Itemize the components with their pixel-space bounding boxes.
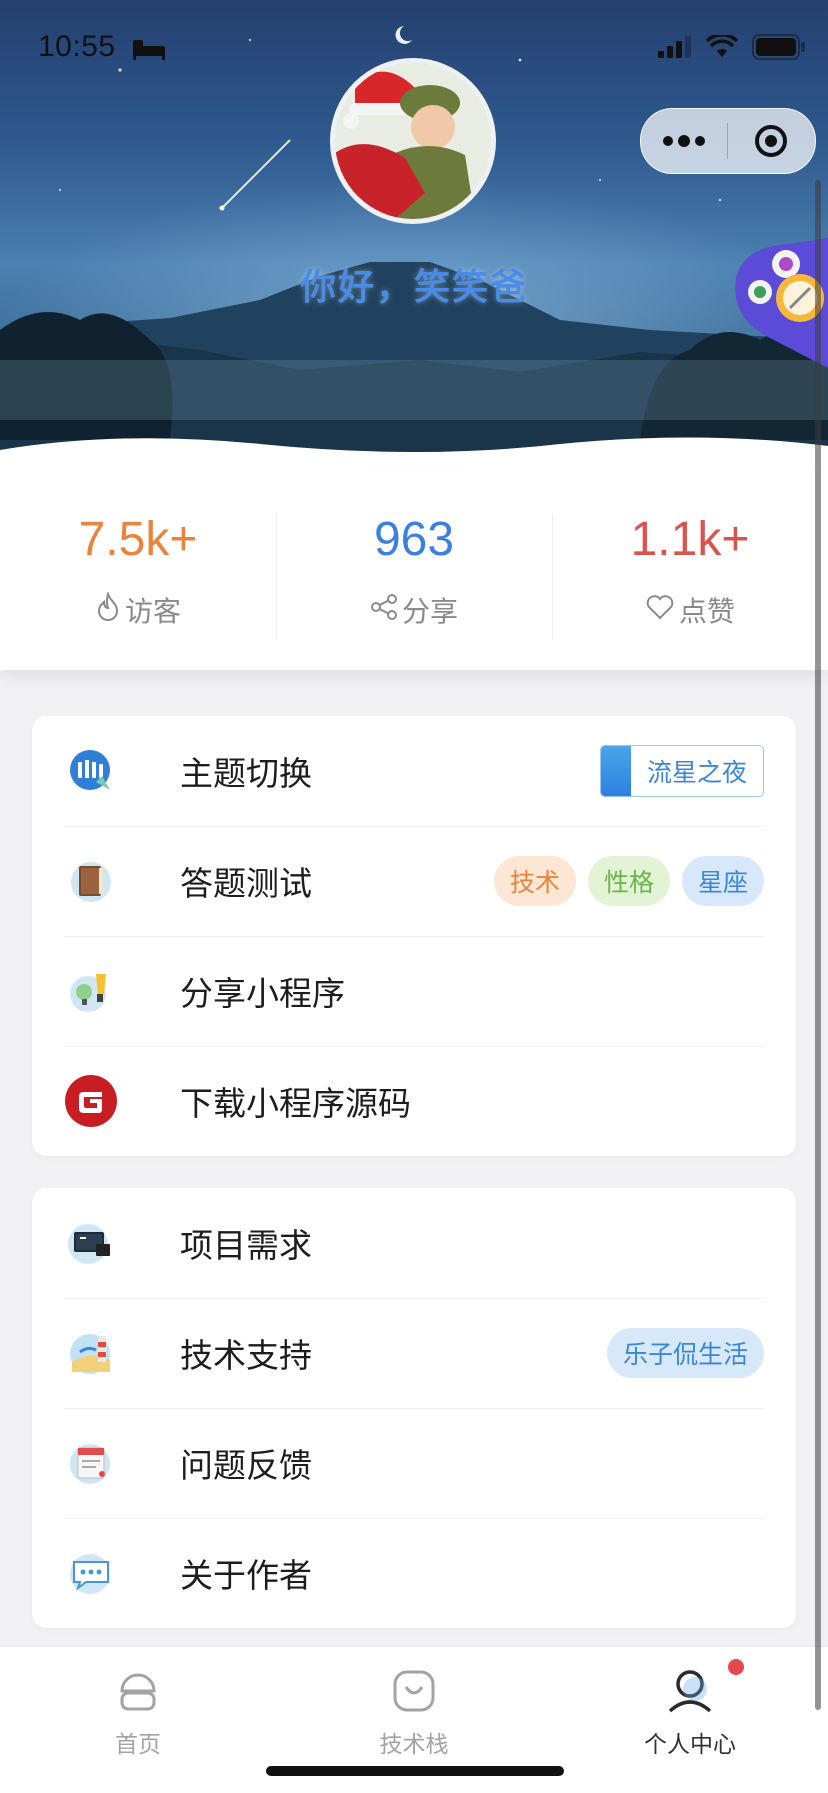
home-icon [114, 1667, 162, 1719]
tab-tech-stack-label: 技术栈 [379, 1732, 449, 1758]
menu-item-tech-support[interactable]: 技术支持 乐子侃生活 [32, 1298, 796, 1408]
menu-item-label: 项目需求 [180, 1226, 312, 1265]
scrollbar[interactable] [815, 180, 821, 1710]
tag-zodiac[interactable]: 星座 [681, 856, 764, 906]
target-close-icon [755, 125, 787, 157]
bed-icon [132, 38, 166, 64]
visitors-label-row: 访客 [95, 589, 181, 630]
notification-dot [728, 1659, 744, 1675]
tab-home-label: 首页 [115, 1732, 161, 1758]
tab-profile[interactable]: 个人中心 [552, 1647, 828, 1793]
likes-count: 1.1k+ [630, 513, 750, 566]
wifi-icon [705, 33, 739, 63]
lighthouse-support-icon [64, 1326, 118, 1380]
avatar[interactable] [330, 58, 496, 224]
home-indicator[interactable] [266, 1766, 564, 1776]
feedback-form-icon [64, 1436, 118, 1490]
lightbulb-share-icon [64, 964, 118, 1018]
shares-count: 963 [373, 513, 455, 566]
stat-shares: 963 分享 [276, 470, 552, 670]
share-icon [370, 593, 398, 628]
shares-label: 分享 [401, 595, 458, 628]
tab-profile-label: 个人中心 [644, 1732, 736, 1758]
miniprogram-capsule [640, 108, 816, 174]
menu-item-label: 主题切换 [180, 754, 312, 793]
menu-item-label: 下载小程序源码 [180, 1084, 411, 1123]
project-laptop-icon [64, 1216, 118, 1270]
menu-item-label: 技术支持 [180, 1336, 312, 1375]
monster-mascot-icon [735, 238, 828, 368]
stat-visitors: 7.5k+ 访客 [0, 470, 276, 670]
child-photo-avatar [335, 63, 491, 219]
tab-home[interactable]: 首页 [0, 1647, 276, 1793]
tag-personality[interactable]: 性格 [587, 856, 670, 906]
menu-item-label: 问题反馈 [180, 1446, 312, 1485]
menu-item-feedback[interactable]: 问题反馈 [32, 1408, 796, 1518]
menu-item-label: 关于作者 [180, 1556, 312, 1595]
status-time: 10:55 [38, 30, 116, 63]
menu-item-quiz[interactable]: 答题测试 技术 性格 星座 [32, 826, 796, 936]
greeting-text: 你好，笑笑爸 [299, 267, 528, 308]
menu-item-about-author[interactable]: 关于作者 [32, 1518, 796, 1628]
menu-item-label: 答题测试 [180, 864, 312, 903]
likes-label: 点赞 [678, 595, 735, 628]
visitors-count: 7.5k+ [78, 513, 198, 566]
menu-item-theme-switch[interactable]: 主题切换 流星之夜 [32, 716, 796, 826]
current-theme-name: 流星之夜 [646, 758, 747, 787]
support-tag-wrap: 乐子侃生活 [606, 1328, 764, 1378]
theme-switch-icon [64, 744, 118, 798]
menu-item-download-source[interactable]: 下载小程序源码 [32, 1046, 796, 1156]
signal-icon [658, 36, 692, 62]
likes-label-row: 点赞 [645, 590, 735, 630]
stats-panel: 7.5k+ 访客 963 分享 1.1k+ 点赞 [0, 470, 828, 670]
user-icon [666, 1667, 714, 1719]
close-miniprogram-button[interactable] [728, 109, 814, 173]
menu-item-project-needs[interactable]: 项目需求 [32, 1188, 796, 1298]
menu-card-2: 项目需求 技术支持 乐子侃生活 问题反馈 关于作者 [32, 1188, 796, 1628]
more-button[interactable] [641, 109, 727, 173]
quiz-book-icon [64, 854, 118, 908]
menu-card-1: 主题切换 流星之夜 答题测试 技术 性格 星座 分享小程序 下载小程序源码 [32, 716, 796, 1156]
menu-item-label: 分享小程序 [180, 974, 345, 1013]
tag-support-channel[interactable]: 乐子侃生活 [606, 1328, 764, 1378]
profile-header: 10:55 你好，笑笑爸 [0, 0, 828, 480]
theme-color-swatch [600, 746, 631, 796]
status-icons [658, 33, 806, 64]
shares-label-row: 分享 [370, 590, 458, 630]
menu-item-share-miniprogram[interactable]: 分享小程序 [32, 936, 796, 1046]
quiz-tags: 技术 性格 星座 [493, 856, 764, 906]
heart-icon [645, 594, 675, 627]
mascot-float-button[interactable] [730, 238, 828, 372]
chat-bubble-icon [64, 1546, 118, 1600]
gitee-logo-icon [64, 1074, 118, 1128]
battery-icon [752, 34, 806, 64]
stat-likes: 1.1k+ 点赞 [552, 470, 828, 670]
visitors-label: 访客 [124, 595, 181, 628]
tech-stack-icon [390, 1667, 438, 1719]
theme-tag-wrap: 流星之夜 [599, 745, 764, 797]
fire-icon [95, 589, 121, 629]
current-theme-tag[interactable]: 流星之夜 [599, 745, 764, 797]
tag-tech[interactable]: 技术 [493, 856, 576, 906]
more-dots-icon [663, 135, 705, 147]
